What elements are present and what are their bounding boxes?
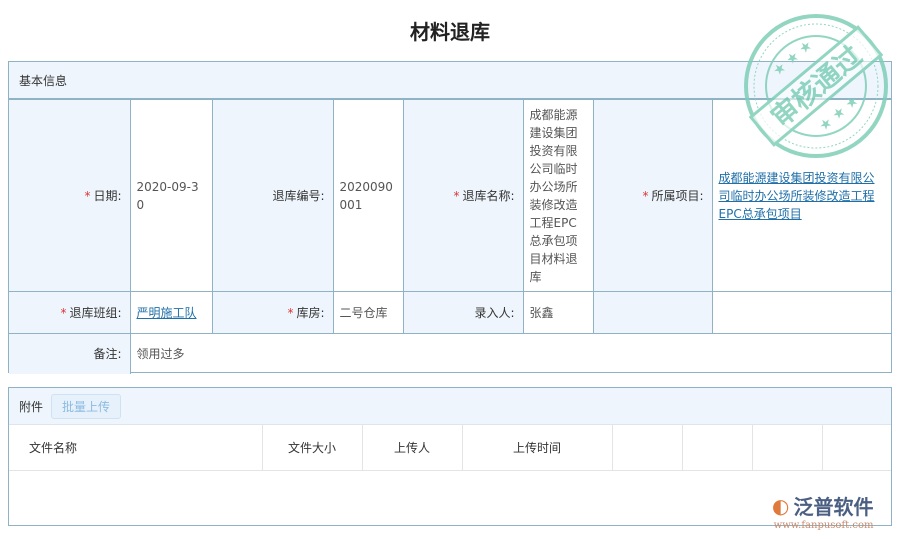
team-link[interactable]: 严明施工队 [137,306,197,320]
page-title: 材料退库 [410,20,490,44]
entry-value: 张鑫 [522,291,594,334]
empty-label [592,291,713,334]
attachments-table: 文件名称 文件大小 上传人 上传时间 [9,425,891,471]
project-link[interactable]: 成都能源建设集团投资有限公司临时办公场所装修改造工程EPC总承包项目 [719,171,875,221]
warehouse-value: 二号仓库 [332,291,404,334]
name-value: 成都能源建设集团投资有限公司临时办公场所装修改造工程EPC总承包项目材料退库 [522,99,594,292]
col-upload-time: 上传时间 [462,425,613,471]
entry-label: 录入人: [402,291,524,334]
col-empty [682,425,753,471]
logo-icon: ◐ [772,493,790,518]
name-label: * 退库名称: [402,99,524,292]
basic-info-form: * 日期: 2020-09-30 退库编号: 2020090001 * 退库名称: … [9,99,891,374]
basic-info-header: 基本信息 [9,62,891,99]
code-value: 2020090001 [332,99,404,292]
basic-info-panel: 基本信息 * 日期: 2020-09-30 退库编号: 2020090001 * 退… [8,61,892,374]
col-empty [752,425,823,471]
col-empty [822,425,891,471]
date-value: 2020-09-30 [129,99,213,292]
empty-value [711,291,891,334]
remark-value: 领用过多 [129,333,891,374]
batch-upload-button[interactable]: 批量上传 [51,393,122,419]
fanpu-logo: ◐ 泛普软件 www.fanpusoft.com [772,493,874,532]
team-label: * 退库班组: [9,291,131,334]
remark-label: 备注: [9,333,131,374]
col-uploader: 上传人 [362,425,463,471]
col-file-name: 文件名称 [9,425,263,471]
project-label: * 所属项目: [592,99,713,292]
table-header-row: 文件名称 文件大小 上传人 上传时间 [9,425,891,471]
col-empty [612,425,683,471]
attachments-panel: 附件 批量上传 文件名称 文件大小 上传人 上传时间 [8,387,892,526]
date-label: * 日期: [9,99,131,292]
attachments-title: 附件 [19,399,44,414]
code-label: 退库编号: [211,99,334,292]
warehouse-label: * 库房: [211,291,334,334]
col-file-size: 文件大小 [262,425,363,471]
